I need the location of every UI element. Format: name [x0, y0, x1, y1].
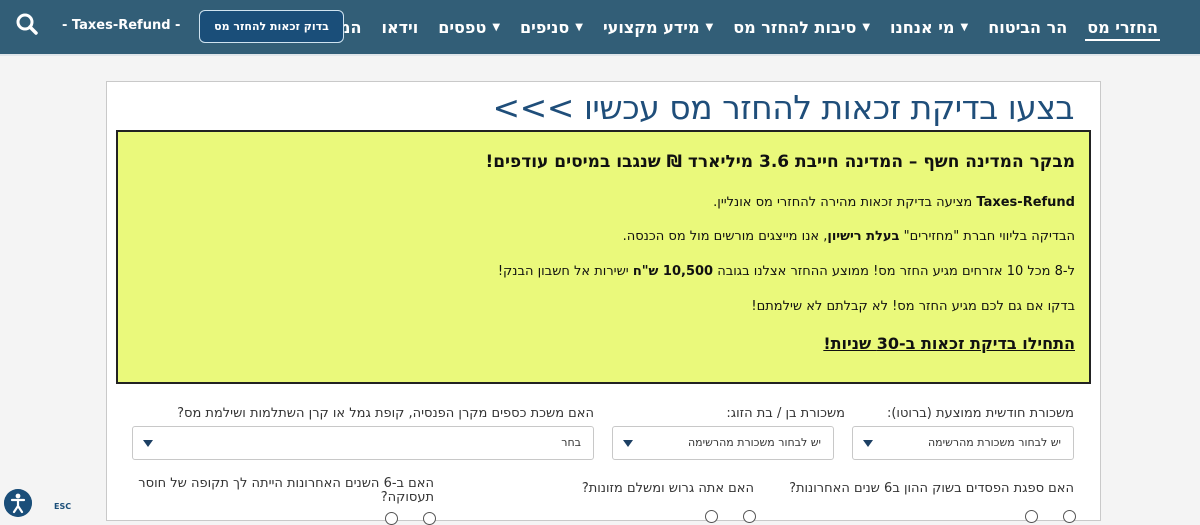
radio-unemployment-yes[interactable] [423, 512, 436, 525]
top-navigation-bar: החזרי מס הר הביטוח מי אנחנו ▼ סיבות להחזר… [0, 0, 1200, 54]
chevron-down-icon: ▼ [705, 21, 714, 33]
nav-item-label: מידע מקצועי [602, 17, 700, 37]
radio-losses-yes[interactable] [1063, 510, 1076, 523]
check-eligibility-button[interactable]: בדוק זכאות להחזר מס [199, 10, 344, 43]
notice-bold: בעלת רישיון [827, 229, 900, 244]
notice-title: מבקר המדינה חשף – המדינה חייבת 3.6 מיליא… [485, 152, 1075, 172]
nav-item-forms[interactable]: טפסים ▼ [428, 0, 510, 54]
pension-select-value: בחר [561, 436, 581, 449]
spouse-salary-select-value: יש לבחור משכורת מהרשימה [687, 436, 821, 449]
salary-select-value: יש לבחור משכורת מהרשימה [927, 436, 1061, 449]
notice-text: , אנו מייצגים מורשים מול מס הכנסה. [622, 229, 828, 244]
accessibility-icon[interactable] [4, 489, 32, 517]
pension-question-label: האם משכת כספים מקרן הפנסיה, קופת גמל או … [177, 406, 594, 421]
nav-item-label: וידאו [381, 17, 419, 37]
start-check-link[interactable]: התחילו בדיקת זכאות ב-30 שניות! [823, 334, 1075, 353]
nav-item-branches[interactable]: סניפים ▼ [510, 0, 593, 54]
notice-brand: Taxes-Refund [976, 195, 1075, 210]
pension-select[interactable]: בחר [132, 426, 594, 460]
radio-unemployment-no[interactable] [385, 512, 398, 525]
spouse-salary-label: משכורת בן / בת הזוג: [726, 406, 845, 421]
chevron-down-icon [143, 440, 153, 447]
nav-item-label: הר הביטוח [988, 17, 1068, 37]
nav-item-label: סיבות להחזר מס [733, 17, 857, 37]
notice-paragraph-3: ל-8 מכל 10 אזרחים מגיע החזר מס! ממוצע הה… [498, 264, 1075, 279]
notice-text: ישירות אל חשבון הבנק! [497, 264, 633, 279]
search-icon[interactable] [15, 12, 39, 36]
site-brand[interactable]: - Taxes-Refund - [62, 18, 180, 33]
nav-item-label: טפסים [438, 17, 487, 37]
nav-item-video[interactable]: וידאו [371, 0, 428, 54]
alimony-question: האם אתה גרוש ומשלם מזונות? [581, 481, 754, 496]
notice-paragraph-4: בדקו אם גם לכם מגיע החזר מס! לא קבלתם לא… [751, 299, 1075, 314]
nav-item-label: החזרי מס [1087, 17, 1158, 37]
accessibility-esc-label: ESC [54, 502, 72, 511]
notice-text: ל-8 מכל 10 אזרחים מגיע החזר מס! ממוצע הה… [713, 264, 1075, 279]
nav-item-professional-info[interactable]: מידע מקצועי ▼ [593, 0, 723, 54]
main-nav: החזרי מס הר הביטוח מי אנחנו ▼ סיבות להחזר… [292, 0, 1168, 54]
nav-item-refund-reasons[interactable]: סיבות להחזר מס ▼ [723, 0, 880, 54]
notice-text: מציעה בדיקת זכאות מהירה להחזרי מס אונליי… [713, 195, 977, 210]
radio-alimony-yes[interactable] [743, 510, 756, 523]
chevron-down-icon: ▼ [862, 21, 871, 33]
nav-item-label: מי אנחנו [890, 17, 955, 37]
radio-alimony-no[interactable] [705, 510, 718, 523]
chevron-down-icon [863, 440, 873, 447]
chevron-down-icon: ▼ [960, 21, 969, 33]
chevron-down-icon: ▼ [575, 21, 583, 33]
nav-item-about[interactable]: מי אנחנו ▼ [880, 0, 978, 54]
header-divider [0, 54, 1200, 56]
nav-item-label: סניפים [520, 17, 570, 37]
notice-text: הבדיקה בליווי חברת "מחזירים" [899, 229, 1075, 244]
page-headline: בצעו בדיקת זכאות להחזר מס עכשיו >>> [492, 88, 1075, 127]
notice-bold: 10,500 ש"ח [632, 264, 714, 279]
notice-box: מבקר המדינה חשף – המדינה חייבת 3.6 מיליא… [116, 130, 1091, 384]
notice-paragraph-1: Taxes-Refund מציעה בדיקת זכאות מהירה להח… [713, 195, 1075, 210]
notice-paragraph-2: הבדיקה בליווי חברת "מחזירים" בעלת רישיון… [623, 229, 1075, 244]
chevron-down-icon: ▼ [492, 21, 501, 33]
chevron-down-icon [623, 440, 633, 447]
spouse-salary-select[interactable]: יש לבחור משכורת מהרשימה [612, 426, 834, 460]
capital-losses-question: האם ספגת הפסדים בשוק ההון ב6 שנים האחרונ… [789, 481, 1074, 496]
radio-losses-no[interactable] [1025, 510, 1038, 523]
salary-select[interactable]: יש לבחור משכורת מהרשימה [852, 426, 1074, 460]
unemployment-question: האם ב-6 השנים האחרונות הייתה לך תקופה של… [138, 476, 434, 505]
nav-item-tax-refunds[interactable]: החזרי מס [1077, 0, 1168, 54]
nav-item-insurance-mountain[interactable]: הר הביטוח [978, 0, 1077, 54]
salary-label: משכורת חודשית ממוצעת (ברוטו): [886, 406, 1074, 421]
